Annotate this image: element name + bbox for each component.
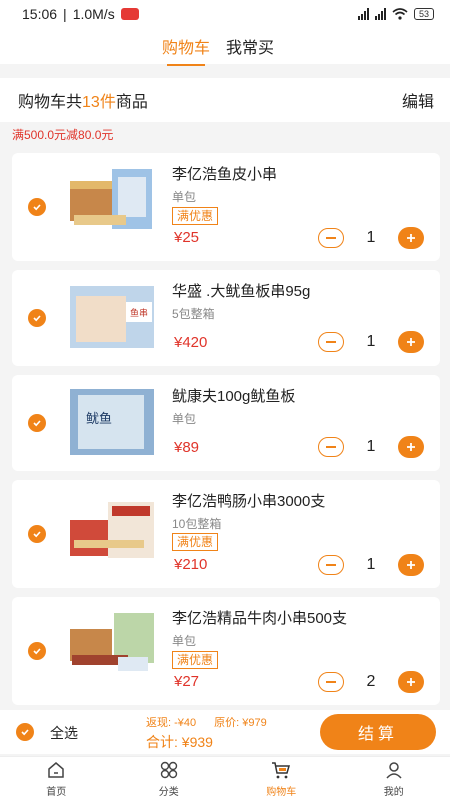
product-image[interactable] [68, 496, 156, 566]
profile-icon [386, 761, 402, 779]
decrease-button[interactable] [318, 672, 344, 692]
item-price: ¥89 [174, 439, 200, 456]
select-all-label[interactable]: 全选 [50, 723, 78, 743]
item-title[interactable]: 李亿浩精品牛肉小串500支 [172, 607, 347, 628]
increase-button[interactable] [398, 227, 424, 249]
item-title[interactable]: 李亿浩鱼皮小串 [172, 163, 277, 184]
total-price: 合计: ¥939 [146, 734, 213, 750]
tab-frequent[interactable]: 我常买 [226, 34, 274, 58]
item-title[interactable]: 华盛 .大鱿鱼板串95g [172, 280, 310, 301]
cart-icon [272, 761, 291, 778]
item-title[interactable]: 鱿康夫100g鱿鱼板 [172, 385, 295, 406]
promo-banner: 满500.0元减80.0元 [12, 128, 114, 142]
promo-tag: 满优惠 [172, 533, 219, 551]
nav-home[interactable]: 首页 [0, 757, 113, 800]
category-icon [160, 761, 177, 778]
status-time: 15:06 [22, 6, 58, 22]
top-tabs: 购物车 我常买 [0, 28, 450, 64]
item-quantity[interactable]: 1 [364, 556, 378, 574]
item-checkbox[interactable] [28, 414, 46, 432]
decrease-button[interactable] [318, 437, 344, 457]
cart-item: 鱿鱼 鱿康夫100g鱿鱼板 单包 ¥89 1 [12, 375, 440, 471]
item-spec: 10包整箱 [172, 517, 222, 531]
item-price: ¥25 [174, 229, 200, 246]
promo-tag: 满优惠 [172, 207, 219, 225]
notification-icon [120, 8, 139, 20]
increase-button[interactable] [398, 671, 424, 693]
cart-summary: 购物车共13件商品 [18, 94, 148, 111]
item-price: ¥420 [174, 334, 208, 351]
cart-item: 李亿浩鸭肠小串3000支 10包整箱 满优惠 ¥210 1 [12, 480, 440, 588]
status-bar: 15:06 | 1.0M/s 53 [0, 0, 450, 28]
item-spec: 单包 [172, 412, 197, 426]
svg-text:鱼串: 鱼串 [130, 307, 148, 319]
item-spec: 5包整箱 [172, 307, 215, 321]
bottom-nav: 首页 分类 购物车 我的 [0, 756, 450, 800]
signal-icon [357, 8, 369, 20]
item-checkbox[interactable] [28, 642, 46, 660]
status-speed: 1.0M/s [72, 6, 115, 22]
item-spec: 单包 [172, 634, 197, 648]
decrease-button[interactable] [318, 332, 344, 352]
increase-button[interactable] [398, 436, 424, 458]
item-checkbox[interactable] [28, 198, 46, 216]
rebate-amount: 返现: -¥40 [146, 717, 197, 729]
select-all-checkbox[interactable] [16, 723, 34, 741]
home-icon [48, 761, 64, 778]
checkout-button[interactable]: 结算 [320, 714, 436, 750]
battery-icon: 53 [413, 8, 434, 20]
product-image[interactable] [68, 609, 156, 679]
decrease-button[interactable] [318, 555, 344, 575]
cart-item: 鱼串 华盛 .大鱿鱼板串95g 5包整箱 ¥420 1 [12, 270, 440, 366]
cart-item: 李亿浩鱼皮小串 单包 满优惠 ¥25 1 [12, 153, 440, 261]
cart-header: 购物车共13件商品 编辑 [0, 78, 450, 122]
wifi-icon [392, 8, 408, 20]
item-quantity[interactable]: 1 [364, 438, 378, 456]
promo-tag: 满优惠 [172, 651, 219, 669]
decrease-button[interactable] [318, 228, 344, 248]
cart-item: 李亿浩精品牛肉小串500支 单包 满优惠 ¥27 2 [12, 597, 440, 705]
product-image[interactable]: 鱼串 [68, 282, 156, 352]
item-title[interactable]: 李亿浩鸭肠小串3000支 [172, 490, 325, 511]
nav-cart[interactable]: 购物车 [225, 757, 338, 800]
item-quantity[interactable]: 2 [364, 673, 378, 691]
product-image[interactable]: 鱿鱼 [68, 387, 156, 457]
edit-button[interactable]: 编辑 [402, 88, 434, 112]
tab-cart[interactable]: 购物车 [162, 34, 210, 58]
item-price: ¥27 [174, 673, 200, 690]
checkout-bar: 全选 返现: -¥40 原价: ¥979 合计: ¥939 结算 [0, 710, 450, 754]
original-price: 原价: ¥979 [214, 717, 267, 729]
item-quantity[interactable]: 1 [364, 333, 378, 351]
item-quantity[interactable]: 1 [364, 229, 378, 247]
item-spec: 单包 [172, 190, 197, 204]
increase-button[interactable] [398, 331, 424, 353]
item-price: ¥210 [174, 556, 208, 573]
discount-summary: 返现: -¥40 原价: ¥979 [146, 714, 267, 730]
increase-button[interactable] [398, 554, 424, 576]
nav-profile[interactable]: 我的 [338, 757, 450, 800]
product-image[interactable] [68, 167, 156, 237]
cart-count: 13件 [82, 94, 116, 111]
item-checkbox[interactable] [28, 525, 46, 543]
item-checkbox[interactable] [28, 309, 46, 327]
signal-icon-2 [374, 8, 386, 20]
svg-text:鱿鱼: 鱿鱼 [86, 411, 112, 427]
nav-category[interactable]: 分类 [113, 757, 226, 800]
